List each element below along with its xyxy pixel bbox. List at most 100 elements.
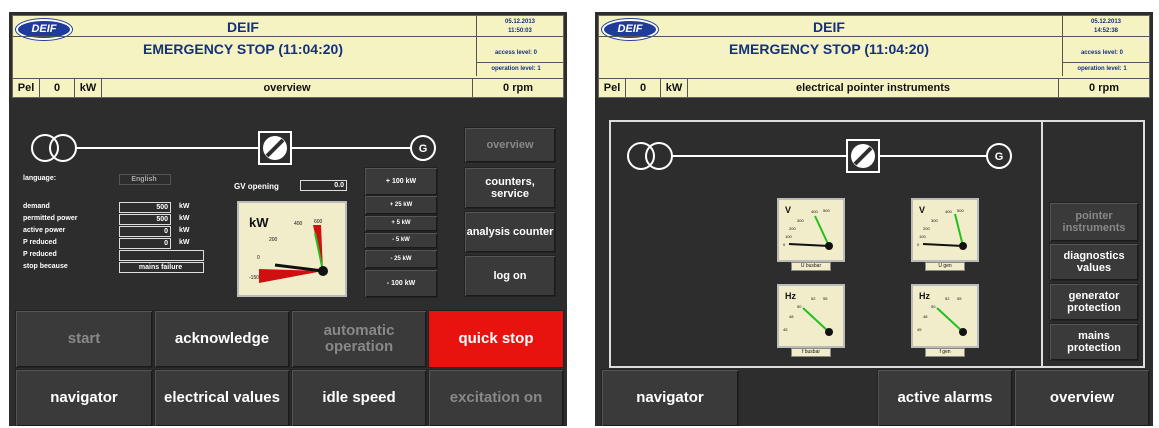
pel-label: Pel [599, 79, 626, 97]
status-row: Pel 0 kW electrical pointer instruments … [599, 79, 1149, 97]
kw-gauge-dial: kW 600 400 200 0 -150 [249, 215, 328, 283]
start-button[interactable]: start [15, 310, 153, 368]
active-power-unit: kW [179, 227, 190, 234]
operation-level: operation level: 1 [491, 66, 541, 72]
divider [13, 36, 563, 37]
gauge-needle [788, 243, 830, 247]
active-alarms-button[interactable]: active alarms [877, 369, 1013, 426]
gauge-hub [825, 242, 833, 250]
gauge-tick-label: 50 [931, 304, 936, 309]
minus-5kw-button[interactable]: - 5 kW [364, 232, 438, 249]
frequency-gauge-busbar: Hz 55 52 50 48 45 f busbar [777, 284, 845, 357]
p-reduced-value-2 [119, 250, 204, 261]
permitted-power-value: 500 [119, 214, 171, 225]
permitted-power-unit: kW [179, 215, 190, 222]
divider [477, 62, 563, 63]
overview-button[interactable]: overview [464, 127, 556, 163]
status-row: Pel 0 kW overview 0 rpm [13, 79, 563, 97]
generator-icon: G [419, 143, 428, 155]
minus-25kw-button[interactable]: - 25 kW [364, 249, 438, 269]
gauge-tick-label: 200 [269, 237, 278, 243]
access-level: access level: 0 [1080, 50, 1124, 56]
plus-100kw-button[interactable]: + 100 kW [364, 167, 438, 196]
gauge-needle-green [802, 307, 830, 333]
pel-label: Pel [13, 79, 40, 97]
acknowledge-button[interactable]: acknowledge [154, 310, 290, 368]
gauge-hub [959, 328, 967, 336]
gauge-tick-label: 300 [797, 218, 804, 223]
navigator-button[interactable]: navigator [15, 369, 153, 426]
demand-unit: kW [179, 203, 190, 210]
divider [1041, 122, 1043, 366]
gauge-needle-green [936, 307, 964, 333]
gauge-label: f busbar [791, 348, 831, 357]
gauge-needle-green [814, 215, 830, 247]
active-power-value: 0 [119, 226, 171, 237]
gauge-tick-label: 500 [957, 208, 964, 213]
gauge-unit: Hz [919, 291, 930, 301]
p-reduced-value: 0 [119, 238, 171, 249]
counters-service-button[interactable]: counters, service [464, 167, 556, 209]
gauge-tick-label: 0 [257, 255, 260, 261]
mains-protection-button[interactable]: mains protection [1049, 323, 1139, 361]
time-text: 14:52:38 [1093, 28, 1119, 34]
gauge-tick-label: 45 [783, 327, 788, 332]
page-title: overview [102, 79, 473, 97]
gauge-tick-label: 50 [797, 304, 802, 309]
status-title: EMERGENCY STOP (11:04:20) [729, 41, 929, 57]
minus-100kw-button[interactable]: - 100 kW [364, 269, 438, 298]
plus-25kw-button[interactable]: + 25 kW [364, 195, 438, 215]
brand-title: DEIF [813, 19, 845, 35]
gauge-tick-label: 400 [811, 209, 818, 214]
p-reduced-label-2: P reduced [23, 251, 57, 258]
log-on-button[interactable]: log on [464, 255, 556, 297]
demand-label: demand [23, 203, 50, 210]
automatic-operation-button[interactable]: automatic operation [291, 310, 427, 368]
gauge-dial: Hz 55 52 50 48 45 [917, 291, 967, 336]
language-value[interactable]: English [119, 174, 171, 185]
pointer-instruments-button[interactable]: pointer instruments [1049, 202, 1139, 242]
analysis-counter-button[interactable]: analysis counter [464, 211, 556, 253]
gauge-label: f gen [925, 348, 965, 357]
gauge-dial: V 500 400 300 200 100 0 [917, 205, 967, 250]
gauge-hub [318, 266, 328, 276]
quick-stop-button[interactable]: quick stop [428, 310, 564, 368]
divider [1063, 62, 1149, 63]
gauge-needle-green [954, 213, 964, 247]
generator-icon: G [995, 151, 1004, 163]
gauge-tick-label: 55 [957, 296, 962, 301]
gauge-tick-label: 100 [919, 234, 926, 239]
access-level: access level: 0 [494, 50, 538, 56]
gauge-unit: V [919, 205, 925, 215]
rpm-readout: 0 rpm [503, 82, 533, 94]
generator-protection-button[interactable]: generator protection [1049, 283, 1139, 321]
gauge-dial: V 500 400 300 200 100 0 [783, 205, 833, 250]
transformer-icon [49, 134, 77, 162]
header: DEIF DEIF EMERGENCY STOP (11:04:20) 05.1… [598, 15, 1150, 98]
navigator-button[interactable]: navigator [601, 369, 739, 426]
gauge-unit: V [785, 205, 791, 215]
operation-level: operation level: 1 [1077, 66, 1127, 72]
stop-because-value: mains failure [119, 262, 204, 273]
gauge-tick-label: 400 [294, 221, 303, 227]
date-text: 05.12.2013 [1090, 19, 1122, 25]
pel-unit: kW [661, 79, 688, 97]
gauge-hub [825, 328, 833, 336]
excitation-on-button[interactable]: excitation on [428, 369, 564, 426]
gauge-tick-label: 52 [945, 296, 950, 301]
demand-value: 500 [119, 202, 171, 213]
header: DEIF DEIF EMERGENCY STOP (11:04:20) 05.1… [12, 15, 564, 98]
status-title: EMERGENCY STOP (11:04:20) [143, 41, 343, 57]
electrical-values-button[interactable]: electrical values [154, 369, 290, 426]
gauge-tick-label: 45 [917, 327, 922, 332]
gauge-tick-label: 48 [789, 314, 794, 319]
gauge-tick-label: 0 [783, 242, 786, 247]
stop-because-label: stop because [23, 263, 68, 270]
idle-speed-button[interactable]: idle speed [291, 369, 427, 426]
time-text: 11:50:03 [508, 28, 532, 34]
overview-button[interactable]: overview [1014, 369, 1150, 426]
voltage-gauge-busbar: V 500 400 300 200 100 0 U busbar [777, 198, 845, 271]
plus-5kw-button[interactable]: + 5 kW [364, 215, 438, 232]
single-line-diagram: G [627, 139, 1012, 173]
diagnostics-values-button[interactable]: diagnostics values [1049, 243, 1139, 281]
